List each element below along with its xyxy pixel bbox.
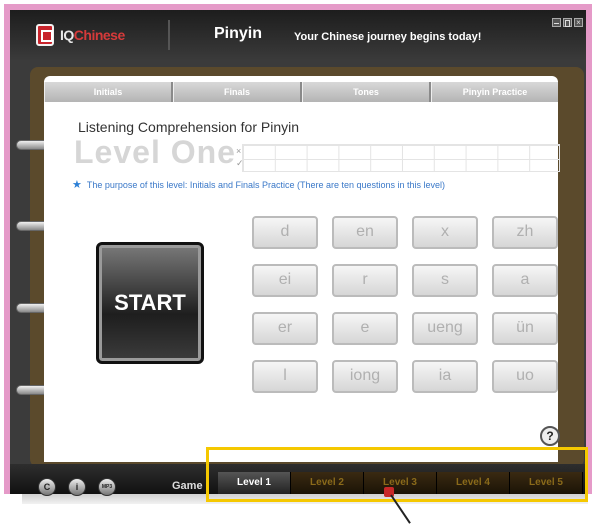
answer-key[interactable]: d [252,216,318,249]
answer-key[interactable]: zh [492,216,558,249]
answer-key[interactable]: iong [332,360,398,393]
score-grid [242,144,560,172]
tab-finals[interactable]: Finals [173,82,302,102]
tab-tones[interactable]: Tones [302,82,431,102]
title-bar: IQChinese Pinyin Your Chinese journey be… [10,10,586,60]
app-title: Pinyin [214,25,263,42]
minimize-icon[interactable] [552,18,561,27]
tab-pinyin-practice[interactable]: Pinyin Practice [431,82,558,102]
app-window: IQChinese Pinyin Your Chinese journey be… [4,4,592,524]
game-label: Game [172,480,203,492]
wrong-mark-label: × [236,146,242,156]
answer-key[interactable]: en [332,216,398,249]
level-heading: Level One [74,134,236,170]
tab-initials[interactable]: Initials [44,82,173,102]
window-controls: × [552,18,583,27]
content-page: Initials Finals Tones Pinyin Practice Le… [44,76,560,462]
start-button[interactable]: START [96,242,204,364]
answer-key[interactable]: er [252,312,318,345]
answer-key[interactable]: e [332,312,398,345]
info-button[interactable]: i [68,478,86,496]
answer-key[interactable]: a [492,264,558,297]
answer-key[interactable]: uo [492,360,558,393]
maximize-icon[interactable] [563,18,572,27]
page-title: Listening Comprehension for Pinyin [78,119,300,135]
level-tabs-highlight [206,447,588,502]
logo-icon [36,24,54,46]
app-logo: IQChinese [60,27,125,43]
answer-key[interactable]: l [252,360,318,393]
copyright-button[interactable]: C [38,478,56,496]
answer-key[interactable]: ün [492,312,558,345]
help-button[interactable]: ? [540,426,560,446]
star-icon: ★ [72,179,82,191]
answer-key[interactable]: r [332,264,398,297]
answer-key[interactable]: s [412,264,478,297]
title-separator [168,20,170,50]
tab-bar: Initials Finals Tones Pinyin Practice [44,82,558,102]
mp3-button[interactable]: MP3 [98,478,116,496]
answer-key[interactable]: ei [252,264,318,297]
answer-grid: d en x zh ei r s a er e ueng ün l iong i… [252,216,558,393]
close-icon[interactable]: × [574,18,583,27]
purpose-note: ★ The purpose of this level: Initials an… [72,178,445,191]
answer-key[interactable]: ueng [412,312,478,345]
purpose-text: The purpose of this level: Initials and … [86,179,446,190]
answer-key[interactable]: ia [412,360,478,393]
app-tagline: Your Chinese journey begins today! [294,31,482,43]
answer-key[interactable]: x [412,216,478,249]
